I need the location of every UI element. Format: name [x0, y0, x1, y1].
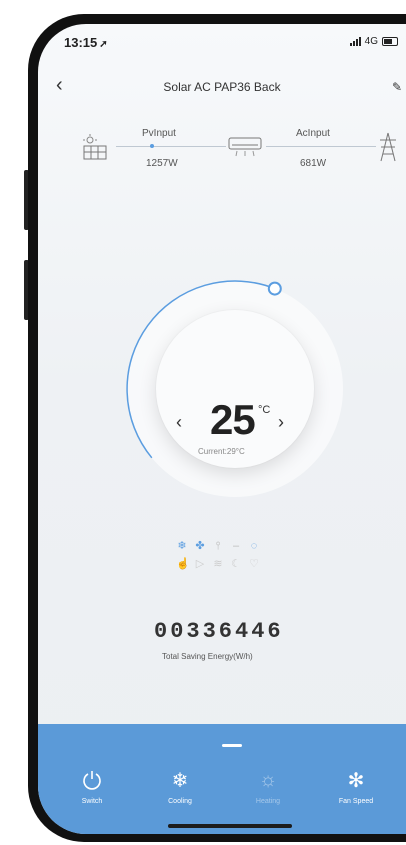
page-title: Solar AC PAP36 Back [163, 80, 281, 94]
hand-icon[interactable]: ☝ [176, 558, 190, 570]
thermometer-icon[interactable]: ⫯ [212, 540, 224, 552]
eco-icon[interactable]: ♡ [248, 558, 260, 570]
home-indicator [168, 824, 292, 828]
temperature-dial[interactable] [120, 274, 350, 504]
dial-center [156, 310, 314, 468]
network-type: 4G [364, 36, 378, 47]
cooling-label: Cooling [168, 798, 192, 805]
sun-icon: ☼ [258, 768, 278, 791]
status-indicators: 4G [349, 36, 398, 47]
cooling-button[interactable]: ❄ Cooling [150, 766, 210, 806]
timer-icon[interactable]: ▷ [194, 558, 206, 570]
fan-icon: ✻ [347, 769, 365, 792]
increase-temperature-button[interactable]: › [278, 412, 284, 433]
temperature-knob[interactable] [267, 281, 282, 296]
battery-icon [382, 37, 398, 46]
status-time: 13:15 ➚ [64, 35, 108, 50]
location-arrow-icon: ➚ [99, 39, 108, 50]
ac-input-label: AcInput [296, 128, 330, 139]
dash-icon[interactable]: – [230, 540, 242, 552]
app-screen: 13:15 ➚ 4G ‹ Solar AC PAP36 Back ✎ PvInpu… [38, 24, 406, 834]
pv-flow-line [116, 146, 226, 147]
snowflake-icon: ❄ [171, 769, 189, 792]
pv-input-value: 1257W [146, 158, 178, 169]
fan-icon[interactable]: ✤ [194, 540, 206, 552]
ac-input-value: 681W [300, 158, 327, 169]
bulb-icon[interactable]: ◌ [248, 540, 260, 552]
power-icon [62, 766, 122, 794]
current-temperature: Current:29°C [198, 447, 245, 456]
mode-indicators-row: ❄ ✤ ⫯ – ◌ [176, 540, 260, 552]
fan-speed-label: Fan Speed [338, 798, 374, 805]
target-temperature: 25 [210, 396, 256, 443]
panel-drag-handle[interactable] [222, 744, 242, 747]
pv-flow-dot [150, 144, 154, 148]
solar-panel-icon [78, 134, 110, 167]
decrease-temperature-button[interactable]: ‹ [176, 412, 182, 433]
energy-counter-label: Total Saving Energy(W/h) [162, 652, 253, 661]
mode-indicators-row-2: ☝ ▷ ≋ ☾ ♡ [176, 558, 260, 570]
edit-icon[interactable]: ✎ [392, 80, 402, 94]
grid-tower-icon [378, 132, 398, 167]
heating-button[interactable]: ☼ Heating [238, 766, 298, 806]
air-conditioner-icon [228, 136, 262, 163]
switch-button[interactable]: Switch [62, 766, 122, 805]
ac-flow-line [266, 146, 376, 147]
switch-label: Switch [81, 798, 103, 805]
pv-input-label: PvInput [142, 128, 176, 139]
heating-label: Heating [255, 798, 281, 805]
signal-icon [349, 37, 361, 46]
sleep-icon[interactable]: ☾ [230, 558, 242, 570]
fan-speed-button[interactable]: ✻ Fan Speed [326, 766, 386, 806]
temperature-unit: °C [258, 404, 271, 416]
snowflake-icon[interactable]: ❄ [176, 540, 188, 552]
energy-counter: 00336446 [154, 619, 284, 644]
swing-icon[interactable]: ≋ [212, 558, 224, 570]
